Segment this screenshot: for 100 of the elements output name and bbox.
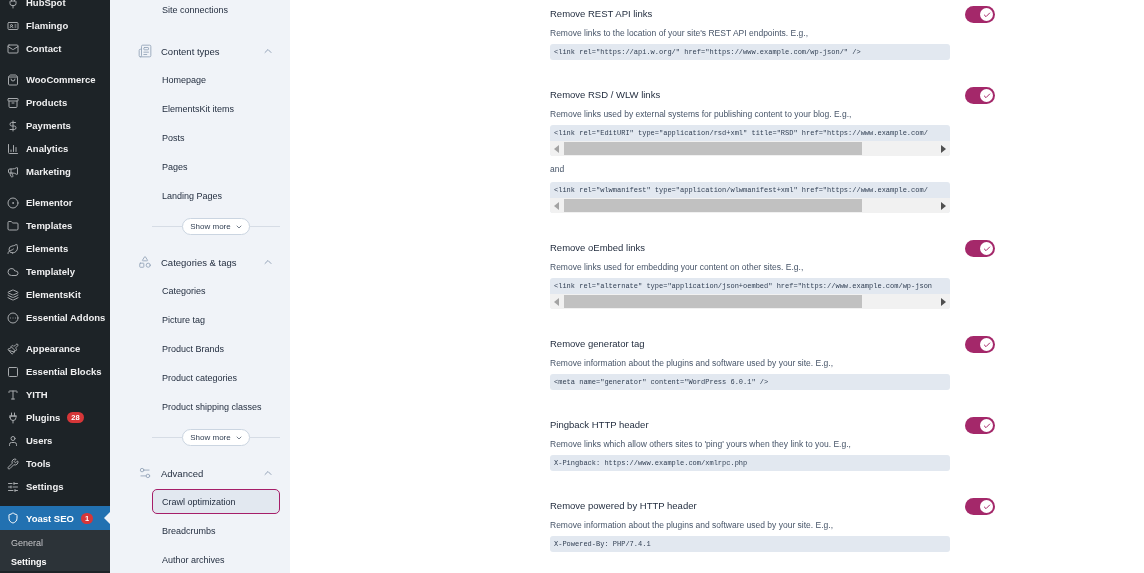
nav-item[interactable]: ElementsKit items bbox=[152, 96, 280, 121]
nav-item[interactable]: Product categories bbox=[152, 365, 280, 390]
scroll-left-icon[interactable] bbox=[554, 144, 560, 153]
user-icon bbox=[7, 434, 19, 447]
circle-icon bbox=[7, 311, 19, 324]
admin-menu-item[interactable]: Payments bbox=[0, 114, 110, 137]
admin-menu-item[interactable]: Elements bbox=[0, 237, 110, 260]
joining-text: and bbox=[550, 164, 566, 174]
nav-item[interactable]: Product shipping classes bbox=[152, 394, 280, 419]
scroll-right-icon[interactable] bbox=[940, 144, 946, 153]
admin-menu-item[interactable]: Templately bbox=[0, 260, 110, 283]
check-icon bbox=[982, 91, 991, 100]
dollar-icon bbox=[7, 119, 19, 132]
shield-icon bbox=[7, 512, 19, 524]
show-more-button[interactable]: Show more bbox=[182, 218, 250, 235]
circle-icon bbox=[7, 196, 19, 209]
scrollbar[interactable] bbox=[550, 141, 950, 156]
leaf-icon bbox=[7, 242, 19, 255]
cloud-icon bbox=[7, 265, 19, 278]
bag-icon bbox=[7, 73, 19, 86]
admin-menu-item[interactable]: ElementsKit bbox=[0, 283, 110, 306]
check-icon bbox=[982, 502, 991, 511]
check-icon bbox=[982, 244, 991, 253]
section-title: Advanced bbox=[161, 467, 205, 479]
admin-menu-item[interactable]: Contact bbox=[0, 37, 110, 60]
scroll-left-icon[interactable] bbox=[554, 297, 560, 306]
toggle-switch[interactable] bbox=[965, 417, 995, 434]
admin-menu-item[interactable]: Users bbox=[0, 429, 110, 452]
nav-item[interactable]: Posts bbox=[152, 125, 280, 150]
nav-item[interactable]: Picture tag bbox=[152, 307, 280, 332]
admin-menu-item[interactable]: Essential Addons bbox=[0, 306, 110, 329]
admin-menu-item[interactable]: YITH bbox=[0, 383, 110, 406]
submenu-item[interactable]: General bbox=[0, 533, 110, 552]
toggle-switch[interactable] bbox=[965, 498, 995, 515]
nav-item[interactable]: Site connections bbox=[152, 0, 280, 22]
nav-item[interactable]: Crawl optimization bbox=[152, 489, 280, 514]
setting-description: Remove information about the plugins and software used by your site. E.g., bbox=[550, 357, 835, 369]
admin-menu-item[interactable]: Settings bbox=[0, 475, 110, 498]
nav-item[interactable]: Author archives bbox=[152, 547, 280, 572]
admin-menu-item[interactable]: Products bbox=[0, 91, 110, 114]
setting-description: Remove links which allow others sites to 'ping' yours when they link to you. E.g., bbox=[550, 438, 852, 450]
archive-icon bbox=[7, 96, 19, 109]
admin-menu-item[interactable]: WooCommerce bbox=[0, 68, 110, 91]
setting-description: Remove links used for embedding your content on other sites. E.g., bbox=[550, 261, 805, 273]
toggle-switch[interactable] bbox=[965, 336, 995, 353]
setting-title: Remove powered by HTTP header bbox=[550, 499, 698, 513]
plug-icon bbox=[7, 411, 19, 424]
scroll-right-icon[interactable] bbox=[940, 201, 946, 210]
scrollbar[interactable] bbox=[550, 198, 950, 213]
id-card-icon bbox=[7, 19, 19, 32]
scroll-left-icon[interactable] bbox=[554, 201, 560, 210]
toggle-switch[interactable] bbox=[965, 6, 995, 23]
scrollbar-thumb[interactable] bbox=[564, 142, 862, 155]
check-icon bbox=[982, 340, 991, 349]
show-more-button[interactable]: Show more bbox=[182, 429, 250, 446]
nav-item[interactable]: Breadcrumbs bbox=[152, 518, 280, 543]
nav-item[interactable]: Homepage bbox=[152, 67, 280, 92]
toggle-switch[interactable] bbox=[965, 87, 995, 104]
section-title: Categories & tags bbox=[161, 256, 238, 268]
shapes-icon bbox=[138, 255, 152, 269]
scroll-right-icon[interactable] bbox=[940, 297, 946, 306]
scrollbar[interactable] bbox=[550, 294, 950, 309]
setting-title: Remove generator tag bbox=[550, 337, 646, 351]
setting-title: Remove oEmbed links bbox=[550, 241, 647, 255]
setting-title: Remove RSD / WLW links bbox=[550, 88, 662, 102]
admin-menu-item[interactable]: Flamingo bbox=[0, 14, 110, 37]
nav-item[interactable]: Product Brands bbox=[152, 336, 280, 361]
admin-menu-item[interactable]: Appearance bbox=[0, 337, 110, 360]
wrench-icon bbox=[7, 457, 19, 470]
setting-title: Pingback HTTP header bbox=[550, 418, 650, 432]
admin-menu-item[interactable]: HubSpot bbox=[0, 0, 110, 14]
setting-description: Remove information about the plugins and software used by your site. E.g., bbox=[550, 519, 835, 531]
submenu-item[interactable]: Settings bbox=[0, 552, 110, 571]
setting-title: Remove REST API links bbox=[550, 7, 654, 21]
mail-icon bbox=[7, 42, 19, 55]
scrollbar-thumb[interactable] bbox=[564, 199, 862, 212]
nav-item[interactable]: Pages bbox=[152, 154, 280, 179]
check-icon bbox=[982, 10, 991, 19]
newspaper-icon bbox=[138, 44, 152, 58]
nav-item[interactable]: Categories bbox=[152, 278, 280, 303]
admin-menu-item[interactable]: Tools bbox=[0, 452, 110, 475]
bar-chart-icon bbox=[7, 142, 19, 155]
sliders-icon bbox=[7, 480, 19, 493]
plug-icon bbox=[7, 0, 19, 9]
admin-menu-item[interactable]: Templates bbox=[0, 214, 110, 237]
scrollbar-thumb[interactable] bbox=[564, 295, 862, 308]
letter-icon bbox=[7, 388, 19, 401]
setting-description: Remove links used by external systems for publishing content to your blog. E.g., bbox=[550, 108, 853, 120]
folder-icon bbox=[7, 219, 19, 232]
section-title: Content types bbox=[161, 45, 221, 57]
square-icon bbox=[7, 365, 19, 378]
admin-menu-item[interactable]: Analytics bbox=[0, 137, 110, 160]
admin-menu-item[interactable]: Marketing bbox=[0, 160, 110, 183]
admin-menu-item[interactable]: Elementor bbox=[0, 191, 110, 214]
admin-menu-item[interactable]: Essential Blocks bbox=[0, 360, 110, 383]
sliders-icon bbox=[138, 466, 152, 480]
check-icon bbox=[982, 421, 991, 430]
toggle-switch[interactable] bbox=[965, 240, 995, 257]
megaphone-icon bbox=[7, 165, 19, 178]
nav-item[interactable]: Landing Pages bbox=[152, 183, 280, 208]
